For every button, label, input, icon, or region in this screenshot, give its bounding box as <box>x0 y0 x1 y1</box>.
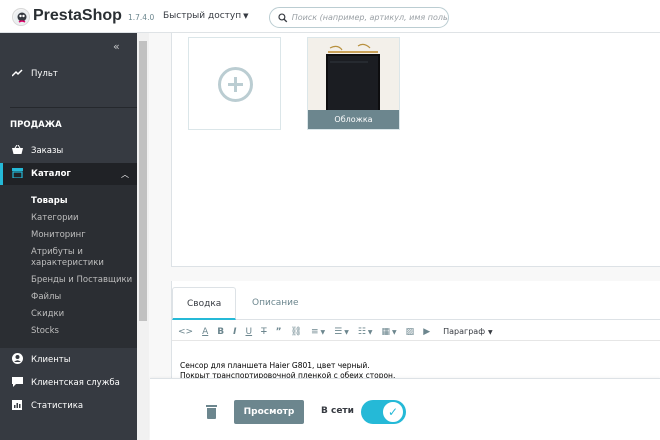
prestashop-logo-icon[interactable] <box>12 8 30 26</box>
sidebar-scrollbar[interactable] <box>137 33 149 440</box>
chat-icon <box>10 376 24 390</box>
tab-summary[interactable]: Сводка <box>172 287 236 320</box>
sidebar-item-orders[interactable]: Заказы <box>0 144 137 158</box>
description-tabs: Сводка Описание <box>172 287 660 320</box>
cover-label: Обложка <box>308 110 399 129</box>
submenu-item-attributes-line2[interactable]: характеристики <box>31 258 104 268</box>
bold-icon[interactable]: B <box>217 327 224 337</box>
image-icon[interactable]: ▨ <box>406 327 415 337</box>
plus-icon <box>218 67 253 102</box>
preview-button[interactable]: Просмотр <box>234 400 304 424</box>
sidebar-item-label: Клиенты <box>31 355 71 365</box>
editor-line: Сенсор для планшета Haier G801, цвет чер… <box>180 361 370 370</box>
sidebar-item-label: Пульт <box>31 69 58 79</box>
section-title-sales: ПРОДАЖА <box>10 120 62 130</box>
sidebar-item-label: Каталог <box>31 169 71 179</box>
submenu-item-stocks[interactable]: Stocks <box>31 326 59 336</box>
numbered-list-icon[interactable]: ☷ ▼ <box>358 327 373 337</box>
top-header: PrestaShop 1.7.4.0 Быстрый доступ ▼ <box>0 0 660 33</box>
trash-icon[interactable] <box>206 405 217 419</box>
blockquote-icon[interactable]: ” <box>276 327 282 337</box>
sidebar-item-catalog[interactable]: Каталог ︿ <box>0 163 137 185</box>
sidebar-item-customer-service[interactable]: Клиентская служба <box>0 376 137 390</box>
submenu-item-discounts[interactable]: Скидки <box>31 309 64 319</box>
images-card: Обложка <box>171 33 660 267</box>
version-label: 1.7.4.0 <box>128 13 155 22</box>
scrollbar-thumb[interactable] <box>139 41 147 321</box>
brand-name[interactable]: PrestaShop <box>33 7 122 25</box>
online-toggle[interactable]: ✓ <box>361 400 406 424</box>
quick-access-dropdown[interactable]: Быстрый доступ ▼ <box>163 11 249 21</box>
user-icon <box>10 353 24 367</box>
submenu-item-files[interactable]: Файлы <box>31 292 61 302</box>
submenu-item-products[interactable]: Товары <box>31 196 68 206</box>
tab-description[interactable]: Описание <box>238 287 313 320</box>
sidebar-item-label: Статистика <box>31 401 84 411</box>
caret-down-icon: ▼ <box>488 329 493 336</box>
search-box[interactable] <box>269 7 449 28</box>
collapse-sidebar-icon[interactable]: « <box>113 40 120 53</box>
editor-toolbar: <> A B I U T ” ⛓ ≡ ▼ ☰ ▼ ☷ ▼ ▦ ▼ ▨ ▶ Парагра… <box>172 323 660 341</box>
caret-down-icon: ▼ <box>243 12 249 20</box>
sidebar-item-label: Заказы <box>31 146 64 156</box>
search-icon <box>278 13 288 22</box>
text-color-icon[interactable]: A <box>202 327 208 337</box>
sidebar-item-label: Клиентская служба <box>31 378 120 388</box>
check-icon: ✓ <box>382 401 404 423</box>
sidebar-item-dashboard[interactable]: Пульт <box>0 67 137 81</box>
product-image-cover[interactable]: Обложка <box>307 37 400 130</box>
align-icon[interactable]: ≡ ▼ <box>311 327 325 337</box>
paragraph-format-label: Параграф <box>443 327 486 336</box>
online-label: В сети <box>321 406 354 416</box>
bullet-list-icon[interactable]: ☰ ▼ <box>334 327 349 337</box>
bar-chart-icon <box>10 399 24 413</box>
source-code-icon[interactable]: <> <box>178 327 193 337</box>
submenu-item-monitoring[interactable]: Мониторинг <box>31 230 86 240</box>
paragraph-format-dropdown[interactable]: Параграф ▼ <box>443 327 493 336</box>
table-icon[interactable]: ▦ ▼ <box>382 327 397 337</box>
add-image-button[interactable] <box>188 37 281 130</box>
trend-icon <box>10 68 24 80</box>
italic-icon[interactable]: I <box>233 327 236 337</box>
app-window: PrestaShop 1.7.4.0 Быстрый доступ▼ « Пул… <box>0 0 660 440</box>
product-photo <box>308 38 399 110</box>
product-footer-bar: Просмотр В сети ✓ <box>150 378 660 440</box>
underline-icon[interactable]: U <box>246 327 253 337</box>
media-icon[interactable]: ▶ <box>423 327 430 337</box>
submenu-item-brands[interactable]: Бренды и Поставщики <box>31 275 132 285</box>
submenu-item-categories[interactable]: Категории <box>31 213 79 223</box>
basket-icon <box>10 144 24 157</box>
submenu-item-attributes[interactable]: Атрибуты и <box>31 247 83 257</box>
strikethrough-icon[interactable]: T <box>261 327 267 337</box>
sidebar-item-stats[interactable]: Статистика <box>0 399 137 413</box>
search-input[interactable] <box>291 13 448 22</box>
quick-access-label: Быстрый доступ <box>163 11 242 21</box>
sidebar: « Пульт ПРОДАЖА Заказы Каталог ︿ Товары … <box>0 33 137 440</box>
store-icon <box>10 167 24 181</box>
link-icon[interactable]: ⛓ <box>291 327 302 337</box>
sidebar-item-customers[interactable]: Клиенты <box>0 353 137 367</box>
chevron-up-icon: ︿ <box>121 169 129 179</box>
divider <box>10 107 137 108</box>
